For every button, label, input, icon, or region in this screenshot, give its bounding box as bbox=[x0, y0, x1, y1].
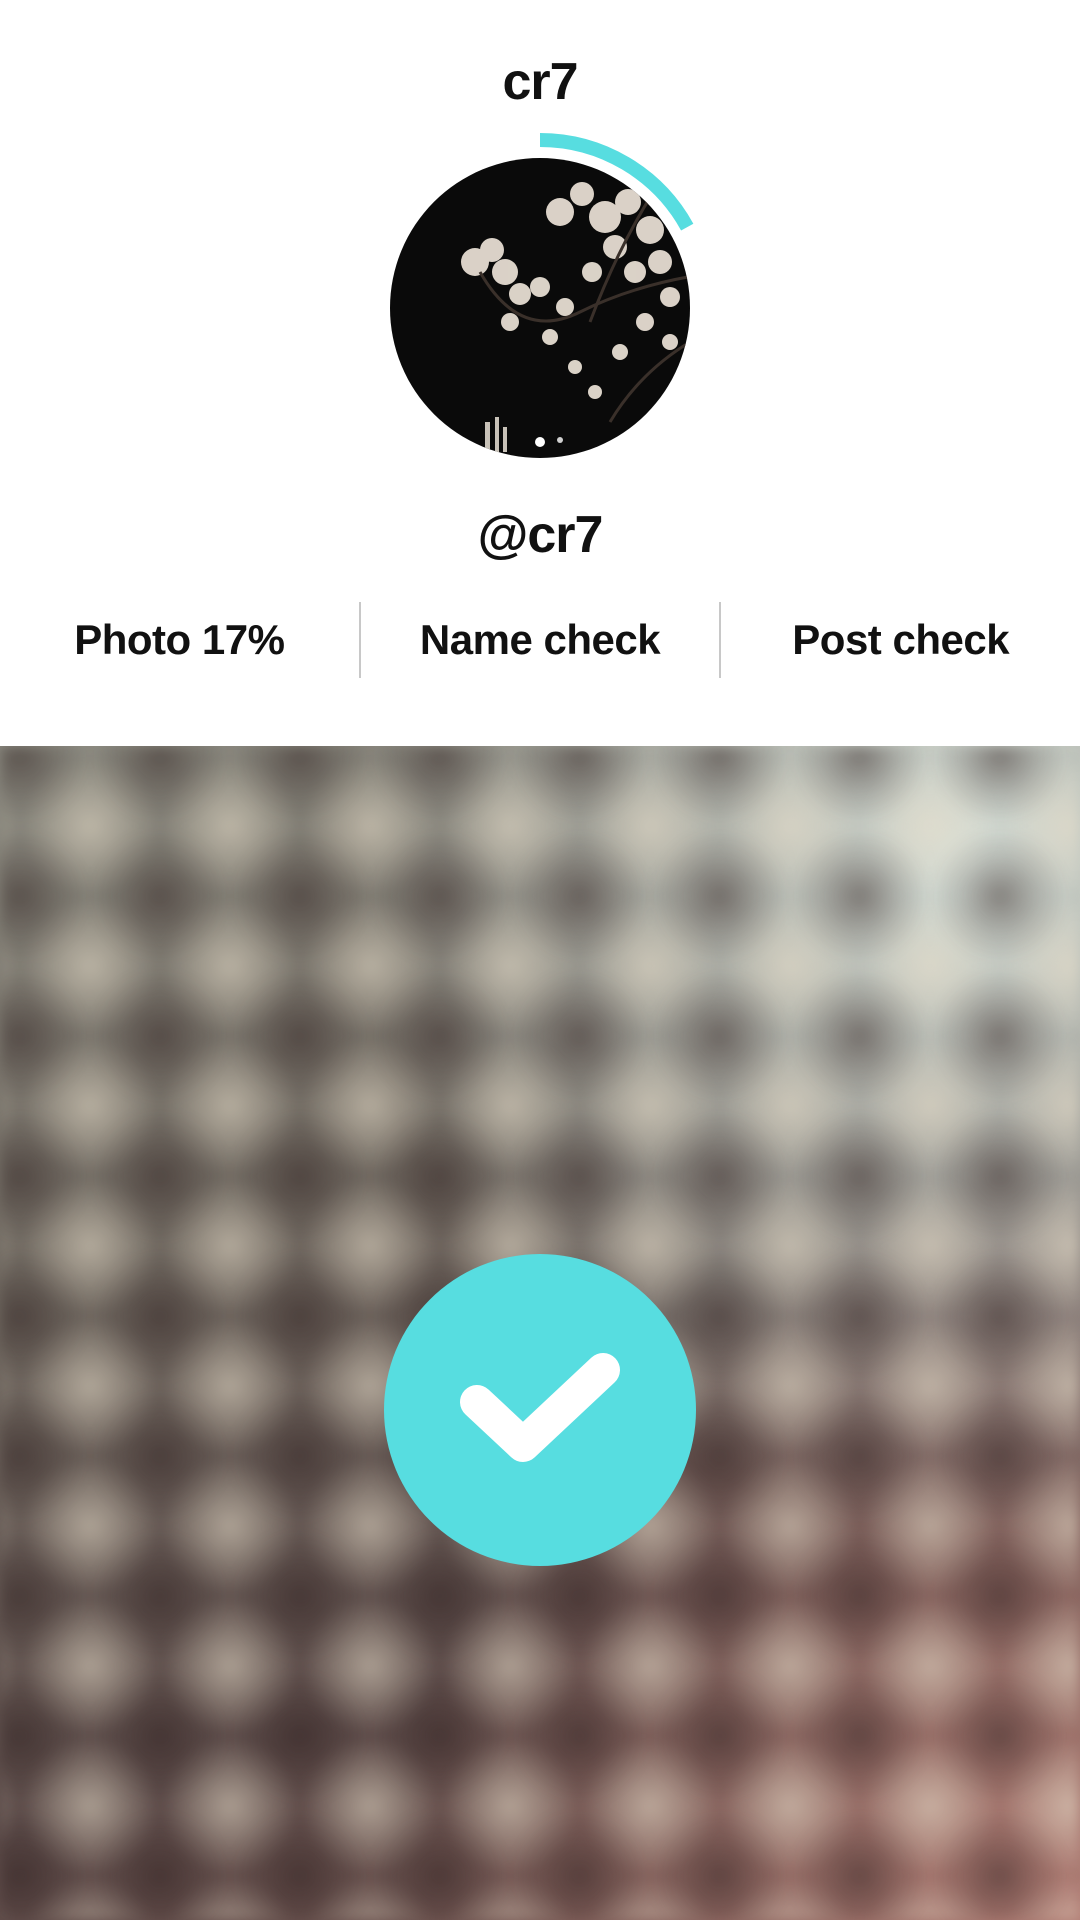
profile-section: cr7 @cr7 Photo 17% Name check Post check bbox=[0, 0, 1080, 746]
avatar-svg bbox=[360, 122, 720, 482]
profile-check-screen: cr7 @cr7 Photo 17% Name check Post check bbox=[0, 0, 1080, 1920]
stat-post-check[interactable]: Post check bbox=[721, 616, 1080, 664]
profile-title: cr7 bbox=[502, 53, 578, 111]
check-stats-row: Photo 17% Name check Post check bbox=[0, 600, 1080, 680]
confirm-button[interactable] bbox=[384, 1254, 696, 1566]
avatar[interactable] bbox=[360, 122, 720, 482]
checkmark-icon bbox=[460, 1353, 620, 1462]
stat-name-check[interactable]: Name check bbox=[361, 616, 720, 664]
profile-handle: @cr7 bbox=[477, 506, 604, 564]
avatar-with-progress bbox=[360, 122, 720, 482]
stat-photo[interactable]: Photo 17% bbox=[0, 616, 359, 664]
